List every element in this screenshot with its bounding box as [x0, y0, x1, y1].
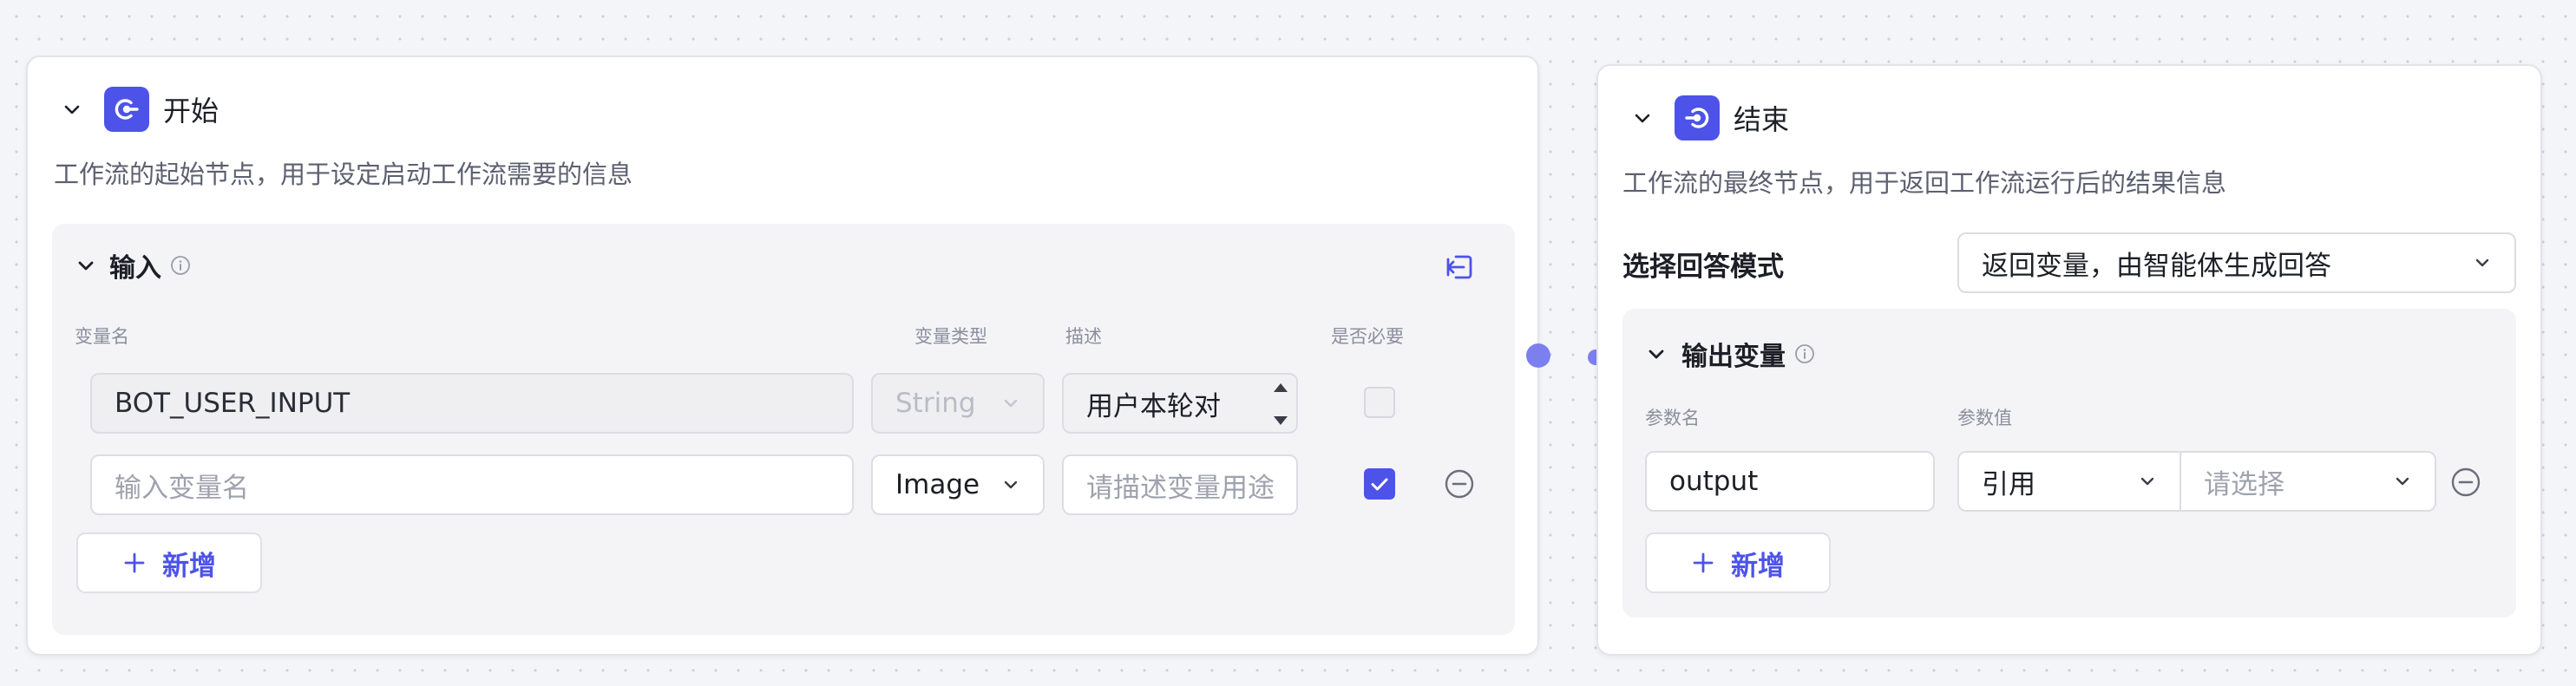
- minus-circle-icon[interactable]: [1444, 468, 1475, 500]
- plus-icon: [1691, 551, 1715, 575]
- chevron-down-icon[interactable]: [1631, 107, 1654, 129]
- column-label-type: 变量类型: [914, 326, 987, 347]
- column-label-param-value: 参数值: [1957, 408, 2012, 428]
- variable-type-value: Image: [895, 469, 980, 500]
- value-reference-select[interactable]: 请选择: [2179, 451, 2436, 512]
- input-section-header[interactable]: 输入: [75, 246, 191, 284]
- add-output-button[interactable]: 新增: [1645, 532, 1831, 593]
- variable-type-select[interactable]: Image: [871, 454, 1045, 515]
- start-node-header: 开始: [61, 87, 219, 132]
- start-node-description: 工作流的起始节点，用于设定启动工作流需要的信息: [54, 160, 633, 189]
- plus-icon: [122, 551, 147, 575]
- required-checkbox[interactable]: [1364, 468, 1395, 500]
- collapse-panel-icon[interactable]: [1442, 250, 1477, 284]
- end-node-title: 结束: [1734, 103, 1790, 136]
- variable-name-input[interactable]: 输入变量名: [90, 454, 854, 515]
- variable-type-select: String: [871, 373, 1045, 434]
- value-reference-placeholder: 请选择: [2204, 468, 2284, 500]
- column-label-description: 描述: [1065, 326, 1102, 347]
- output-section-title: 输出变量: [1681, 342, 1786, 372]
- input-section-title: 输入: [109, 253, 161, 284]
- output-section-header[interactable]: 输出变量: [1645, 335, 1815, 373]
- answer-mode-value: 返回变量，由智能体生成回答: [1982, 250, 2331, 282]
- value-source-value: 引用: [1982, 468, 2035, 500]
- required-checkbox: [1364, 387, 1395, 418]
- start-output-port[interactable]: [1526, 343, 1550, 368]
- answer-mode-select[interactable]: 返回变量，由智能体生成回答: [1957, 232, 2516, 293]
- answer-mode-label: 选择回答模式: [1622, 252, 1784, 283]
- chevron-down-icon[interactable]: [75, 254, 97, 277]
- input-panel: 输入 变量名 变量类型 描述 是否必要 BOT_USER_INPUT Strin…: [52, 224, 1515, 635]
- start-node[interactable]: 开始 工作流的起始节点，用于设定启动工作流需要的信息 输入 变量名 变量类型 描…: [26, 56, 1539, 656]
- chevron-down-icon[interactable]: [1645, 343, 1668, 365]
- end-node[interactable]: 结束 工作流的最终节点，用于返回工作流运行后的结果信息 选择回答模式 返回变量，…: [1596, 64, 2542, 656]
- value-source-select[interactable]: 引用: [1957, 451, 2181, 512]
- column-label-name: 变量名: [75, 326, 129, 347]
- add-input-label: 新增: [162, 550, 216, 582]
- column-label-required: 是否必要: [1331, 326, 1404, 347]
- variable-description-input[interactable]: 请描述变量用途: [1062, 454, 1298, 515]
- variable-name-value: BOT_USER_INPUT: [115, 388, 351, 419]
- end-node-icon: [1675, 95, 1720, 140]
- variable-type-value: String: [895, 388, 976, 419]
- chevron-down-icon: [2393, 472, 2412, 491]
- scroll-stepper[interactable]: [1272, 383, 1289, 425]
- param-name-input[interactable]: output: [1645, 451, 1935, 512]
- variable-description-value: 用户本轮对: [1086, 390, 1221, 422]
- chevron-down-icon: [1001, 394, 1020, 413]
- chevron-down-icon: [1001, 475, 1020, 494]
- chevron-down-icon: [2138, 472, 2157, 491]
- start-node-title: 开始: [163, 95, 220, 127]
- variable-name-field: BOT_USER_INPUT: [90, 373, 854, 434]
- output-panel: 输出变量 参数名 参数值 output 引用 请选择 新增: [1622, 309, 2516, 617]
- end-node-header: 结束: [1631, 95, 1789, 140]
- minus-circle-icon[interactable]: [2450, 467, 2481, 498]
- start-node-icon: [104, 87, 149, 132]
- chevron-down-icon: [2473, 253, 2492, 272]
- add-input-button[interactable]: 新增: [76, 532, 262, 593]
- info-icon[interactable]: [1794, 343, 1815, 364]
- param-name-value: output: [1669, 466, 1759, 497]
- variable-description-placeholder: 请描述变量用途: [1086, 472, 1275, 504]
- variable-description-field[interactable]: 用户本轮对: [1062, 373, 1298, 434]
- end-node-description: 工作流的最终节点，用于返回工作流运行后的结果信息: [1622, 168, 2227, 198]
- add-output-label: 新增: [1731, 550, 1785, 582]
- info-icon[interactable]: [170, 255, 191, 276]
- chevron-down-icon[interactable]: [61, 98, 83, 121]
- column-label-param-name: 参数名: [1645, 408, 1700, 428]
- variable-name-placeholder: 输入变量名: [115, 472, 249, 504]
